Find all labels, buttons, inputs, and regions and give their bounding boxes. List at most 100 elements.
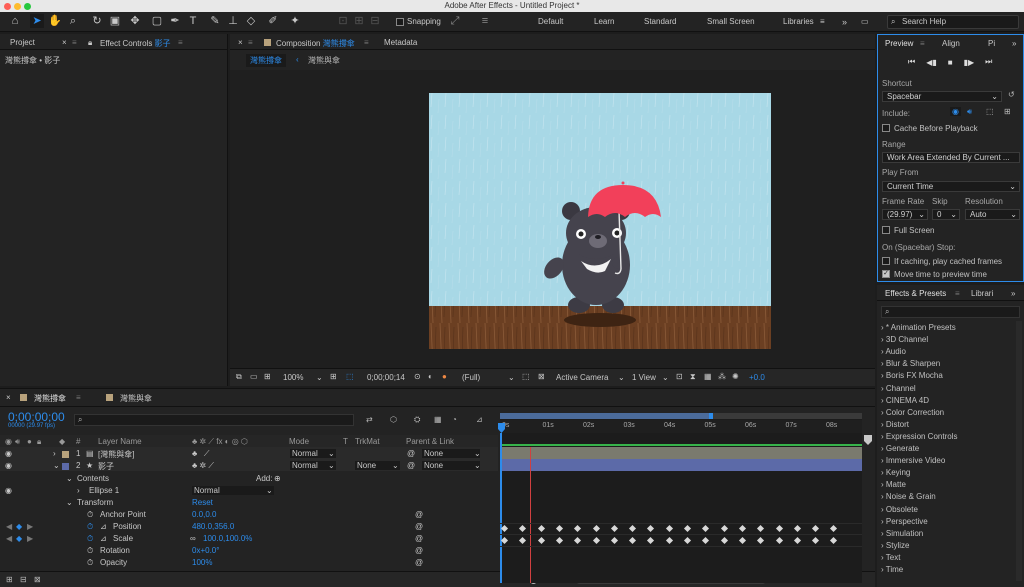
snapping-options-icon[interactable]: ⤢ (448, 14, 462, 28)
flow-item-parent[interactable]: 灣熊與傘 (308, 55, 340, 66)
layer-2-pickwhip-icon[interactable]: @ (407, 461, 415, 470)
resolution-preview-dropdown[interactable]: Auto ⌄ (965, 209, 1020, 220)
cache-before-playback-checkbox[interactable] (882, 124, 890, 132)
effect-category-item[interactable]: › Blur & Sharpen (881, 359, 940, 368)
flowchart-icon[interactable]: ⁂ (718, 372, 726, 381)
clone-stamp-tool-icon[interactable]: ⊥ (226, 14, 240, 28)
view-chevron-icon[interactable]: ⌄ (662, 373, 669, 382)
position-prev-keyframe-icon[interactable]: ◀ (6, 522, 12, 531)
effect-category-item[interactable]: › * Animation Presets (881, 323, 956, 332)
transform-collapse-icon[interactable]: ⌄ (66, 498, 73, 507)
guides-icon[interactable]: ⊞ (264, 372, 271, 381)
workspace-small-screen[interactable]: Small Screen (707, 17, 755, 26)
ellipse-visibility-icon[interactable]: ◉ (5, 486, 12, 495)
effects-menu-icon[interactable]: ≡ (955, 289, 960, 298)
effect-category-item[interactable]: › Time (881, 565, 903, 574)
view-axis-icon[interactable]: ⊟ (368, 14, 382, 28)
rotation-value[interactable]: 0x+0.0° (192, 546, 219, 555)
lock-icon[interactable]: 🔒︎ (88, 38, 92, 48)
play-from-dropdown[interactable]: Current Time ⌄ (882, 181, 1020, 192)
close-timeline-tab-icon[interactable]: × (6, 393, 11, 402)
contents-collapse-icon[interactable]: ⌄ (66, 474, 73, 483)
effect-category-item[interactable]: › Immersive Video (881, 456, 945, 465)
include-video-icon[interactable]: ◉ (950, 107, 961, 116)
comp-mini-flowchart-icon[interactable]: ⇄ (366, 415, 373, 424)
effect-category-item[interactable]: › Expression Controls (881, 432, 957, 441)
timeline-search-input[interactable]: ⌕ (74, 414, 354, 426)
position-stopwatch-icon[interactable]: ⏱ (87, 522, 93, 532)
effects-scrollbar[interactable] (1016, 321, 1022, 581)
brush-tool-icon[interactable]: ✎ (208, 14, 222, 28)
type-tool-icon[interactable]: T (186, 14, 200, 28)
snap-icon[interactable]: ≡ (478, 14, 492, 28)
monitor-icon[interactable]: ▭ (250, 372, 258, 381)
opacity-value[interactable]: 100% (192, 558, 212, 567)
effect-category-item[interactable]: › Obsolete (881, 505, 918, 514)
hide-shy-layers-icon[interactable]: ⛭ (414, 415, 420, 425)
draft-3d-icon[interactable]: ⬡ (390, 415, 397, 424)
layer-2-name[interactable]: 影子 (98, 461, 114, 472)
skip-dropdown[interactable]: 0 ⌄ (932, 209, 960, 220)
layer-1-pickwhip-icon[interactable]: @ (407, 449, 415, 458)
tab-libraries[interactable]: Librari (971, 289, 993, 298)
snapshot-icon[interactable]: ⊙ (414, 372, 421, 381)
tab-effect-controls[interactable]: Effect Controls 影子 (100, 38, 171, 49)
tab-preview[interactable]: Preview (885, 39, 913, 48)
selection-tool-icon[interactable]: ➤ (30, 14, 44, 28)
timeline-icon[interactable]: ▦ (704, 372, 712, 381)
work-area-end-handle[interactable] (709, 413, 713, 419)
resolution-chevron-icon[interactable]: ⌄ (508, 373, 515, 382)
first-frame-icon[interactable]: ⏮ (908, 57, 915, 67)
opacity-stopwatch-icon[interactable]: ⏱ (87, 558, 93, 568)
roto-brush-tool-icon[interactable]: ✐ (266, 14, 280, 28)
rectangle-tool-icon[interactable]: ▢ (150, 14, 164, 28)
layer-row-2[interactable]: ◉ ⌄ 2 ★ 影子 ♣ ✲ ⟋ Normal ⌄ None ⌄ @ None … (0, 459, 498, 471)
close-comp-tab-icon[interactable]: × (238, 38, 243, 47)
tab-align[interactable]: Align (942, 39, 960, 48)
rotation-stopwatch-icon[interactable]: ⏱ (87, 546, 93, 556)
effect-category-item[interactable]: › Keying (881, 468, 910, 477)
tab-project[interactable]: Project (10, 38, 35, 47)
scale-track[interactable] (500, 535, 862, 547)
always-preview-icon[interactable]: ⧉ (236, 372, 242, 382)
effect-category-item[interactable]: › Perspective (881, 517, 928, 526)
layer-1-visibility-icon[interactable]: ◉ (5, 449, 12, 458)
effect-category-item[interactable]: › Noise & Grain (881, 492, 936, 501)
graph-editor-icon[interactable]: ⊿ (476, 415, 483, 424)
flow-item-current[interactable]: 灣熊撐傘 (246, 54, 286, 67)
show-snapshot-icon[interactable]: ◐ (428, 372, 433, 381)
menu-icon[interactable]: ≡ (72, 38, 77, 47)
position-track[interactable] (500, 523, 862, 535)
frame-blending-icon[interactable]: ▦ (434, 415, 442, 424)
effect-category-item[interactable]: › Text (881, 553, 900, 562)
tab-effects-presets[interactable]: Effects & Presets (885, 289, 946, 298)
position-add-keyframe-icon[interactable]: ◆ (16, 522, 22, 531)
transparency-grid-icon[interactable]: ⊠ (538, 372, 545, 381)
current-time-indicator-line[interactable] (530, 447, 531, 583)
exposure-value[interactable]: +0.0 (749, 373, 765, 382)
layer-1-bar[interactable] (500, 447, 862, 459)
eraser-tool-icon[interactable]: ◇ (244, 14, 258, 28)
tab-composition[interactable]: Composition 灣熊撐傘 (276, 38, 355, 49)
puppet-tool-icon[interactable]: ✦ (288, 14, 302, 28)
toggle-pixel-aspect-icon[interactable]: ⊡ (676, 372, 683, 381)
workspace-menu-icon[interactable]: ≡ (820, 17, 825, 26)
grid-icon[interactable]: ⊞ (330, 372, 337, 381)
tab-timeline-1[interactable]: 灣熊撐傘 (34, 393, 66, 404)
scale-pickwhip-icon[interactable]: @ (415, 534, 423, 543)
workspace-default[interactable]: Default (538, 17, 563, 26)
contents-row[interactable]: ⌄ Contents Add: ⊕ (0, 472, 498, 484)
tab-metadata[interactable]: Metadata (384, 38, 417, 47)
time-ruler[interactable]: 0s 01s 02s 03s 04s 05s 06s 07s 08s (500, 420, 862, 433)
world-axis-icon[interactable]: ⊞ (352, 14, 366, 28)
reset-exposure-icon[interactable]: ✺ (732, 372, 739, 381)
scale-next-keyframe-icon[interactable]: ▶ (27, 534, 33, 543)
property-opacity[interactable]: ⏱ Opacity 100% @ (0, 556, 498, 568)
include-layers-icon[interactable]: ⊞ (1004, 107, 1011, 116)
camera-chevron-icon[interactable]: ⌄ (618, 373, 625, 382)
effect-category-item[interactable]: › Boris FX Mocha (881, 371, 943, 380)
ellipse-expand-icon[interactable]: › (77, 486, 80, 495)
toggle-switches-icon[interactable]: ⊞ (6, 575, 13, 584)
effect-category-item[interactable]: › CINEMA 4D (881, 396, 929, 405)
workspace-standard[interactable]: Standard (644, 17, 676, 26)
